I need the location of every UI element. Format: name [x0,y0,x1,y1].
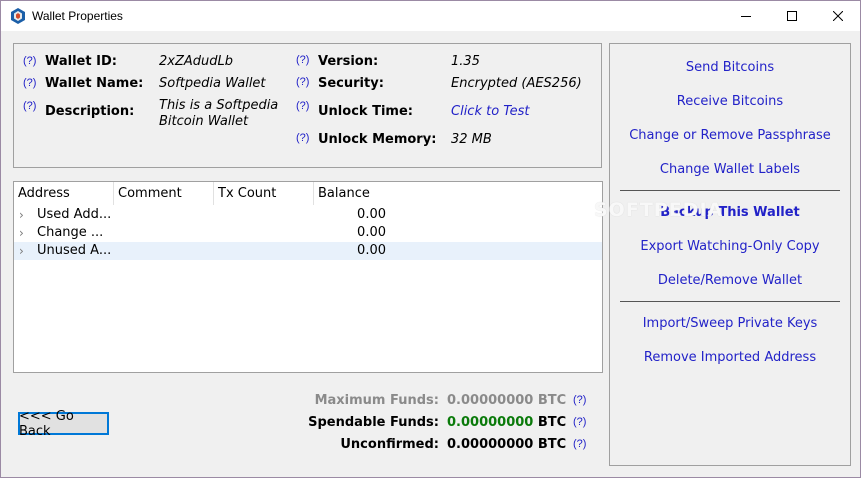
description-help-icon[interactable]: (?) [23,100,36,112]
wallet-actions-panel: Send Bitcoins Receive Bitcoins Change or… [609,43,851,466]
minimize-button[interactable] [723,1,769,31]
receive-bitcoins-link[interactable]: Receive Bitcoins [610,94,850,109]
unlock-memory-label: Unlock Memory: [318,132,437,147]
import-sweep-keys-link[interactable]: Import/Sweep Private Keys [610,316,850,331]
tree-row-name: Used Add... [37,207,112,222]
spendable-funds-value-group: 0.00000000 BTC [447,415,566,430]
column-header-balance[interactable]: Balance [314,182,414,205]
version-label: Version: [318,54,379,69]
wallet-id-value: 2xZAdudLb [159,54,234,69]
description-label: Description: [45,104,135,119]
tree-row-balance: 0.00 [357,225,386,240]
unconfirmed-value: 0.00000000 BTC [447,437,567,452]
delete-wallet-link[interactable]: Delete/Remove Wallet [610,273,850,288]
wallet-id-label: Wallet ID: [45,54,117,69]
unlock-memory-help-icon[interactable]: (?) [296,132,309,144]
security-label: Security: [318,76,384,91]
wallet-properties-window: Wallet Properties (?) Wallet ID: 2xZAdud… [0,0,861,478]
address-tree-view[interactable]: Address Comment Tx Count Balance › Used … [13,181,603,373]
remove-imported-address-link[interactable]: Remove Imported Address [610,350,850,365]
chevron-right-icon[interactable]: › [19,224,24,242]
tree-row-name: Change ... [37,225,104,240]
unlock-time-help-icon[interactable]: (?) [296,100,309,112]
minimize-icon [741,16,751,17]
change-passphrase-link[interactable]: Change or Remove Passphrase [610,128,850,143]
maximum-funds-value: 0.00000000 BTC [447,393,567,408]
spendable-funds-label: Spendable Funds: [308,415,439,430]
window-title: Wallet Properties [32,9,123,23]
wallet-name-label: Wallet Name: [45,76,144,91]
chevron-right-icon[interactable]: › [19,242,24,260]
tree-row-name: Unused A... [37,243,112,258]
tree-row-balance: 0.00 [357,243,386,258]
chevron-right-icon[interactable]: › [19,206,24,224]
maximum-funds-help-icon[interactable]: (?) [573,394,586,406]
tree-row[interactable]: › Unused A... 0.00 [14,242,602,260]
close-button[interactable] [815,1,861,31]
export-watching-only-link[interactable]: Export Watching-Only Copy [610,239,850,254]
wallet-id-help-icon[interactable]: (?) [23,55,36,67]
unlock-memory-value: 32 MB [451,132,492,147]
change-wallet-labels-link[interactable]: Change Wallet Labels [610,162,850,177]
column-header-address[interactable]: Address [14,182,114,205]
description-value-line1: This is a Softpedia [159,98,279,113]
unlock-time-test-link[interactable]: Click to Test [451,104,530,120]
maximize-button[interactable] [769,1,815,31]
actions-divider [620,301,840,302]
spendable-funds-help-icon[interactable]: (?) [573,416,586,428]
send-bitcoins-link[interactable]: Send Bitcoins [610,60,850,75]
wallet-info-panel: (?) Wallet ID: 2xZAdudLb (?) Wallet Name… [13,43,602,168]
softpedia-watermark: SOFTPEDIA [594,199,724,221]
security-value: Encrypted (AES256) [451,76,582,91]
maximum-funds-label: Maximum Funds: [314,393,439,408]
unconfirmed-help-icon[interactable]: (?) [573,438,586,450]
wallet-name-value: Softpedia Wallet [159,76,266,91]
unconfirmed-label: Unconfirmed: [340,437,439,452]
go-back-button[interactable]: <<< Go Back [18,409,109,439]
column-header-comment[interactable]: Comment [114,182,214,205]
actions-divider [620,190,840,191]
tree-row[interactable]: › Change ... 0.00 [14,224,602,242]
app-logo-icon [11,8,25,24]
spendable-funds-amount: 0.00000000 [447,415,534,430]
tree-row-balance: 0.00 [357,207,386,222]
description-value-line2: Bitcoin Wallet [159,114,249,129]
column-header-tx-count[interactable]: Tx Count [214,182,314,205]
security-help-icon[interactable]: (?) [296,76,309,88]
close-icon [833,11,843,21]
wallet-name-help-icon[interactable]: (?) [23,77,36,89]
tree-row[interactable]: › Used Add... 0.00 [14,206,602,224]
version-help-icon[interactable]: (?) [296,54,309,66]
unlock-time-label: Unlock Time: [318,104,413,119]
title-bar[interactable]: Wallet Properties [1,1,860,31]
maximize-icon [787,11,797,21]
spendable-funds-unit: BTC [537,415,567,430]
version-value: 1.35 [451,54,480,69]
